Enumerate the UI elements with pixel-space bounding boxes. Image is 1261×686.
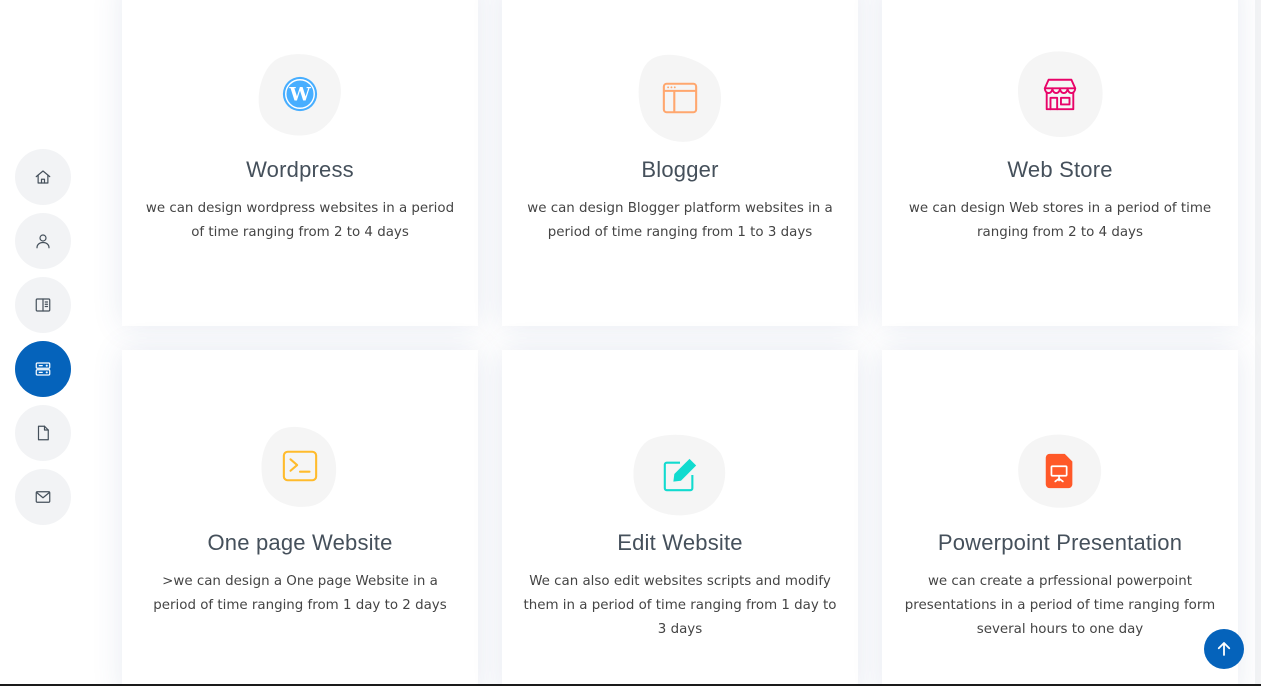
terminal-icon xyxy=(282,450,318,482)
services-section: W Wordpress we can design wordpress webs… xyxy=(0,0,1261,686)
back-to-top-button[interactable] xyxy=(1204,629,1244,669)
service-title: Powerpoint Presentation xyxy=(937,530,1183,555)
service-card-powerpoint-presentation: Powerpoint Presentation we can create a … xyxy=(882,350,1238,686)
service-description: we can create a prfessional powerpoint p… xyxy=(904,574,1216,637)
icon-blob xyxy=(1016,50,1104,138)
service-description: We can also edit websites scripts and mo… xyxy=(523,574,837,637)
service-title: Web Store xyxy=(1007,157,1113,182)
service-title: One page Website xyxy=(207,530,393,555)
svg-text:W: W xyxy=(288,84,311,106)
presentation-file-icon xyxy=(1045,453,1073,489)
service-card-edit-website: Edit Website We can also edit websites s… xyxy=(502,350,858,686)
icon-blob: W xyxy=(257,52,343,136)
service-description: we can design wordpress websites in a pe… xyxy=(145,201,455,240)
service-card-web-store: Web Store we can design Web stores in a … xyxy=(882,0,1238,326)
icon-blob xyxy=(633,434,727,516)
service-description: we can design Blogger platform websites … xyxy=(527,201,833,240)
icon-blob xyxy=(1017,432,1103,510)
icon-blob xyxy=(261,425,339,507)
browser-window-icon xyxy=(662,82,698,114)
edit-icon xyxy=(663,458,697,492)
service-card-blogger: Blogger we can design Blogger platform w… xyxy=(502,0,858,326)
service-title: Wordpress xyxy=(246,157,354,182)
service-description: >we can design a One page Website in a p… xyxy=(153,574,447,613)
wordpress-icon: W xyxy=(282,76,318,112)
shop-icon xyxy=(1043,78,1077,111)
service-card-wordpress: W Wordpress we can design wordpress webs… xyxy=(122,0,478,326)
service-description: we can design Web stores in a period of … xyxy=(908,201,1212,240)
icon-blob xyxy=(638,52,722,144)
arrow-up-icon xyxy=(1217,642,1231,656)
service-title: Edit Website xyxy=(617,530,743,555)
service-card-one-page-website: One page Website >we can design a One pa… xyxy=(122,350,478,686)
service-title: Blogger xyxy=(641,157,719,182)
